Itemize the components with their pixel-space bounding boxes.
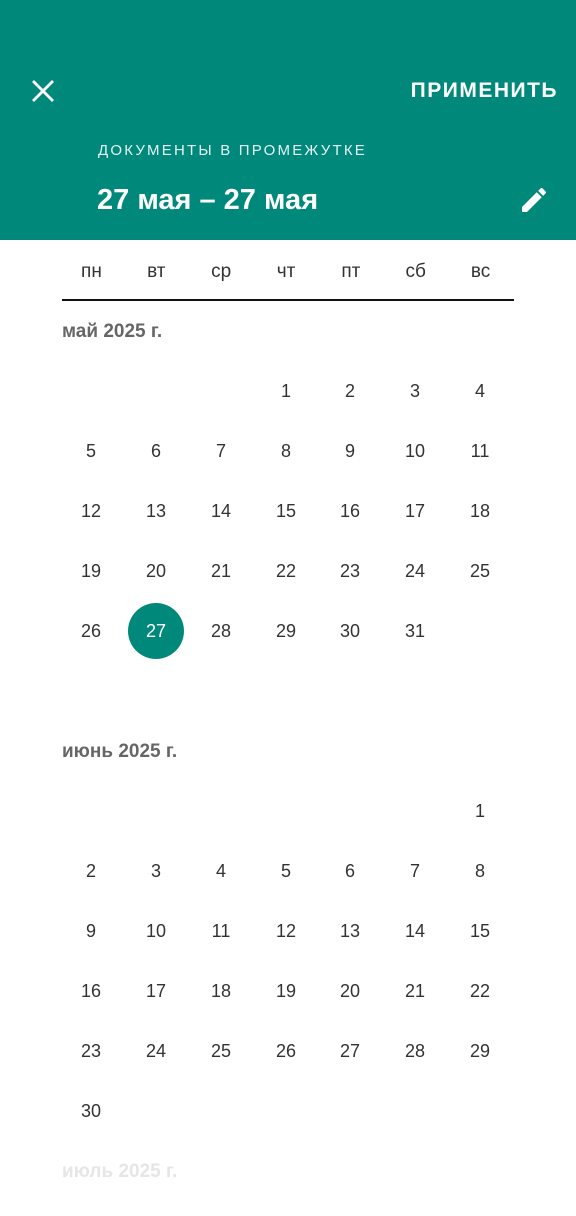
calendar-day[interactable]: 23 (63, 1023, 119, 1079)
calendar-day[interactable]: 5 (258, 843, 314, 899)
header-bar: ПРИМЕНИТЬ ДОКУМЕНТЫ В ПРОМЕЖУТКЕ 27 мая … (0, 0, 576, 240)
calendar-day[interactable]: 4 (193, 843, 249, 899)
weekday-label: пн (81, 261, 102, 282)
calendar-day[interactable]: 1 (258, 363, 314, 419)
weekday-header: пн вт ср чт пт сб вс (59, 252, 513, 292)
calendar-day[interactable]: 11 (193, 903, 249, 959)
calendar-day[interactable]: 3 (387, 363, 443, 419)
calendar-day[interactable]: 13 (128, 483, 184, 539)
month-title: май 2025 г. (62, 321, 163, 342)
calendar-day[interactable]: 4 (452, 363, 508, 419)
calendar-day[interactable]: 7 (387, 843, 443, 899)
calendar-day-selected[interactable]: 27 (128, 603, 184, 659)
calendar-day[interactable]: 10 (387, 423, 443, 479)
weekday-label: чт (276, 261, 296, 282)
calendar-day[interactable]: 9 (322, 423, 378, 479)
calendar-day[interactable]: 2 (322, 363, 378, 419)
calendar-day[interactable]: 24 (128, 1023, 184, 1079)
calendar-day[interactable]: 9 (63, 903, 119, 959)
calendar-day[interactable]: 22 (258, 543, 314, 599)
weekday-label: ср (211, 261, 232, 282)
calendar-day[interactable]: 6 (128, 423, 184, 479)
calendar-day[interactable]: 28 (193, 603, 249, 659)
calendar-day[interactable]: 26 (258, 1023, 314, 1079)
calendar-day[interactable]: 14 (193, 483, 249, 539)
month-title: июль 2025 г. (62, 1161, 178, 1182)
calendar-day[interactable]: 24 (387, 543, 443, 599)
calendar-day[interactable]: 19 (63, 543, 119, 599)
calendar-day[interactable]: 18 (193, 963, 249, 1019)
calendar-day[interactable]: 19 (258, 963, 314, 1019)
calendar-day[interactable]: 29 (258, 603, 314, 659)
calendar-day[interactable]: 12 (258, 903, 314, 959)
calendar-day[interactable]: 5 (63, 423, 119, 479)
calendar-day[interactable]: 15 (258, 483, 314, 539)
calendar-day[interactable]: 15 (452, 903, 508, 959)
calendar-day[interactable]: 20 (128, 543, 184, 599)
weekday-label: сб (405, 261, 426, 282)
calendar-day[interactable]: 27 (322, 1023, 378, 1079)
calendar-day[interactable]: 11 (452, 423, 508, 479)
calendar-day[interactable]: 8 (258, 423, 314, 479)
calendar-day[interactable]: 10 (128, 903, 184, 959)
calendar-day[interactable]: 16 (63, 963, 119, 1019)
calendar-day[interactable]: 22 (452, 963, 508, 1019)
calendar-day[interactable]: 25 (193, 1023, 249, 1079)
close-icon (32, 80, 54, 102)
month-title: июнь 2025 г. (62, 741, 178, 762)
calendar-day[interactable]: 26 (63, 603, 119, 659)
calendar-day[interactable]: 29 (452, 1023, 508, 1079)
weekday-label: вт (147, 261, 166, 282)
calendar-day[interactable]: 1 (452, 783, 508, 839)
calendar-day[interactable]: 30 (63, 1083, 119, 1139)
calendar-day[interactable]: 7 (193, 423, 249, 479)
calendar-day[interactable]: 12 (63, 483, 119, 539)
range-subtitle: ДОКУМЕНТЫ В ПРОМЕЖУТКЕ (98, 142, 368, 159)
calendar-day[interactable]: 25 (452, 543, 508, 599)
apply-button[interactable]: ПРИМЕНИТЬ (411, 76, 558, 106)
calendar-day[interactable]: 23 (322, 543, 378, 599)
calendar-day[interactable]: 18 (452, 483, 508, 539)
calendar-day[interactable]: 3 (128, 843, 184, 899)
selected-range: 27 мая – 27 мая (97, 184, 319, 216)
calendar-day[interactable]: 17 (387, 483, 443, 539)
calendar-day[interactable]: 6 (322, 843, 378, 899)
calendar-day[interactable]: 2 (63, 843, 119, 899)
calendar-day[interactable]: 31 (387, 603, 443, 659)
calendar-scroll-area[interactable]: май 2025 г. июнь 2025 г. июль 2025 г. 12… (0, 301, 576, 1216)
pencil-icon (522, 187, 547, 212)
calendar-day[interactable]: 8 (452, 843, 508, 899)
calendar-day[interactable]: 14 (387, 903, 443, 959)
edit-button[interactable] (514, 180, 554, 220)
weekday-label: вс (470, 261, 491, 282)
calendar-day[interactable]: 21 (387, 963, 443, 1019)
calendar-day[interactable]: 30 (322, 603, 378, 659)
calendar-day[interactable]: 20 (322, 963, 378, 1019)
close-button[interactable] (23, 71, 63, 111)
calendar-day[interactable]: 13 (322, 903, 378, 959)
calendar-day[interactable]: 21 (193, 543, 249, 599)
calendar-day[interactable]: 28 (387, 1023, 443, 1079)
weekday-label: пт (341, 261, 361, 282)
calendar-day[interactable]: 16 (322, 483, 378, 539)
calendar-day[interactable]: 17 (128, 963, 184, 1019)
